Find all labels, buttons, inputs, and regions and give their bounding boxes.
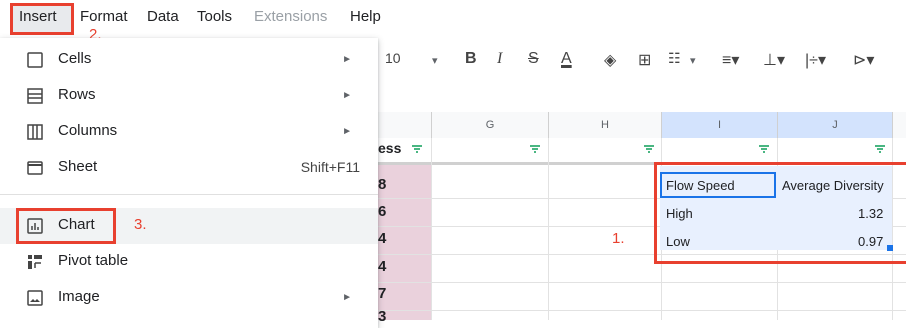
- annotation-step-3: 3.: [134, 216, 147, 233]
- menubar: Insert Format Data Tools Extensions Help…: [0, 0, 906, 43]
- column-header-i[interactable]: I: [661, 112, 777, 138]
- borders-icon[interactable]: ⊞: [638, 50, 651, 70]
- cell-value[interactable]: 3: [378, 308, 386, 325]
- vertical-align-icon[interactable]: ⊥▾: [763, 50, 785, 70]
- menu-insert[interactable]: Insert: [19, 8, 57, 25]
- menu-item-label: Pivot table: [58, 252, 129, 269]
- fill-color-icon[interactable]: ◈: [604, 50, 616, 70]
- column-header-h[interactable]: H: [548, 112, 661, 138]
- annotation-step-1: 1.: [612, 230, 625, 247]
- text-color-button[interactable]: A: [561, 50, 572, 68]
- cell-value[interactable]: 4: [378, 230, 386, 247]
- shortcut-label: Shift+F11: [300, 159, 360, 175]
- font-size-dropdown-icon[interactable]: ▾: [432, 54, 438, 67]
- italic-button[interactable]: I: [497, 50, 502, 68]
- menu-item-label: Sheet: [58, 158, 98, 175]
- range-highlight-box: [654, 162, 906, 264]
- image-icon: [27, 290, 43, 306]
- column-header-j[interactable]: J: [777, 112, 892, 138]
- grid-line: [548, 138, 549, 320]
- menu-item-label: Cells: [58, 50, 92, 67]
- horizontal-align-icon[interactable]: ≡▾: [722, 50, 739, 70]
- menu-help[interactable]: Help: [350, 8, 381, 25]
- submenu-arrow-icon: ►: [342, 54, 352, 65]
- menu-item-rows[interactable]: Rows ►: [0, 78, 378, 114]
- menu-tools[interactable]: Tools: [197, 8, 232, 25]
- font-size-value[interactable]: 10: [385, 50, 401, 66]
- merge-dropdown-icon[interactable]: ▾: [690, 54, 696, 67]
- filter-icon[interactable]: [642, 142, 656, 156]
- checkbox-square-icon: [27, 52, 43, 68]
- grid-line: [378, 310, 906, 311]
- menu-item-label: Image: [58, 288, 100, 305]
- menu-item-label: Rows: [58, 86, 96, 103]
- submenu-arrow-icon: ►: [342, 126, 352, 137]
- menu-item-label: Columns: [58, 122, 118, 139]
- menu-extensions[interactable]: Extensions: [254, 8, 327, 25]
- cell-value[interactable]: 6: [378, 203, 386, 220]
- bold-button[interactable]: B: [465, 50, 477, 68]
- cell-value[interactable]: 7: [378, 285, 386, 302]
- grid-line: [378, 282, 906, 283]
- partial-header-cell[interactable]: ess: [378, 140, 401, 156]
- merge-cells-icon[interactable]: ☷: [668, 50, 681, 67]
- chart-highlight-box: [16, 208, 116, 244]
- insert-dropdown-menu: Cells ► Rows ► Columns ► Sheet Shift+F11…: [0, 38, 378, 328]
- menu-data[interactable]: Data: [147, 8, 179, 25]
- submenu-arrow-icon: ►: [342, 292, 352, 303]
- menu-item-pivot-table[interactable]: Pivot table: [0, 244, 378, 280]
- column-header-g[interactable]: G: [431, 112, 548, 138]
- columns-icon: [27, 124, 43, 140]
- menu-format[interactable]: Format: [80, 8, 128, 25]
- text-wrap-icon[interactable]: |÷▾: [805, 50, 826, 70]
- menu-item-columns[interactable]: Columns ►: [0, 114, 378, 150]
- menu-item-image[interactable]: Image ►: [0, 280, 378, 316]
- rows-icon: [27, 88, 43, 104]
- text-rotation-icon[interactable]: ⊳▾: [853, 50, 874, 70]
- menu-item-sheet[interactable]: Sheet Shift+F11: [0, 150, 378, 186]
- grid-line: [431, 138, 432, 320]
- strikethrough-button[interactable]: S: [528, 50, 539, 68]
- cell-value[interactable]: 4: [378, 258, 386, 275]
- filter-icon[interactable]: [873, 142, 887, 156]
- sheet-icon: [27, 161, 43, 175]
- menu-divider: [0, 194, 378, 195]
- filter-icon[interactable]: [528, 142, 542, 156]
- column-header-k[interactable]: [892, 112, 906, 138]
- submenu-arrow-icon: ►: [342, 90, 352, 101]
- cell-value[interactable]: 8: [378, 176, 386, 193]
- filter-icon[interactable]: [757, 142, 771, 156]
- pivot-table-icon: [28, 255, 42, 269]
- menu-item-cells[interactable]: Cells ►: [0, 42, 378, 78]
- filter-icon[interactable]: [410, 142, 424, 156]
